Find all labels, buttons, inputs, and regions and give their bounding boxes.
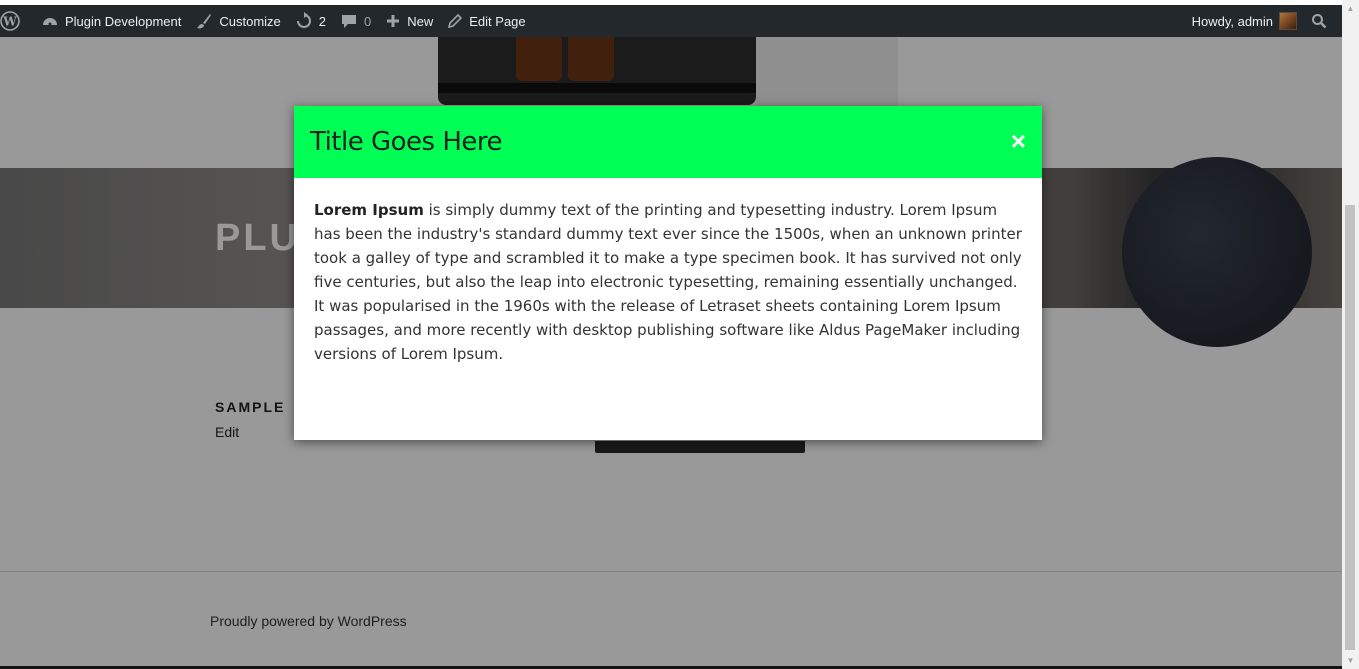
site-name-label: Plugin Development xyxy=(65,13,182,29)
modal-body-bold: Lorem Ipsum xyxy=(314,201,424,219)
modal-body: Lorem Ipsum is simply dummy text of the … xyxy=(294,178,1042,366)
brush-icon xyxy=(197,14,212,29)
comments-count: 0 xyxy=(364,13,372,29)
admin-bar: W Plugin Development Customize 2 0 New E… xyxy=(0,0,1342,37)
admin-bar-right: Howdy, admin xyxy=(1185,5,1342,37)
updates-count: 2 xyxy=(318,13,327,29)
plus-icon xyxy=(387,15,400,27)
modal-header: Title Goes Here × xyxy=(294,106,1042,178)
vertical-scrollbar[interactable]: ▲ ▼ xyxy=(1342,0,1359,669)
updates-icon xyxy=(296,12,311,28)
site-name-menu[interactable]: Plugin Development xyxy=(34,5,188,37)
howdy-label: Howdy, admin xyxy=(1191,13,1273,29)
wordpress-logo-icon: W xyxy=(0,11,20,31)
pencil-icon xyxy=(448,13,463,29)
popup-modal: Title Goes Here × Lorem Ipsum is simply … xyxy=(294,106,1042,440)
scroll-up-arrow-icon[interactable]: ▲ xyxy=(1342,0,1359,17)
updates-link[interactable]: 2 xyxy=(288,5,333,37)
my-account-menu[interactable]: Howdy, admin xyxy=(1185,5,1304,37)
edit-page-label: Edit Page xyxy=(469,13,526,29)
close-icon[interactable]: × xyxy=(1011,128,1026,154)
wp-logo-menu[interactable]: W xyxy=(0,5,34,37)
svg-text:W: W xyxy=(2,15,17,29)
customize-link[interactable]: Customize xyxy=(188,5,287,37)
edit-page-link[interactable]: Edit Page xyxy=(440,5,532,37)
new-content-menu[interactable]: New xyxy=(378,5,440,37)
comment-icon xyxy=(342,15,357,28)
dashboard-icon xyxy=(43,18,57,26)
comments-link[interactable]: 0 xyxy=(333,5,378,37)
modal-body-text: is simply dummy text of the printing and… xyxy=(314,201,1022,363)
modal-title: Title Goes Here xyxy=(310,127,503,157)
search-icon xyxy=(1312,14,1327,29)
scroll-down-arrow-icon[interactable]: ▼ xyxy=(1342,652,1359,669)
scroll-thumb[interactable] xyxy=(1345,205,1355,650)
customize-label: Customize xyxy=(219,13,281,29)
new-label: New xyxy=(407,13,434,29)
search-toggle[interactable] xyxy=(1304,5,1342,37)
avatar xyxy=(1279,12,1297,30)
